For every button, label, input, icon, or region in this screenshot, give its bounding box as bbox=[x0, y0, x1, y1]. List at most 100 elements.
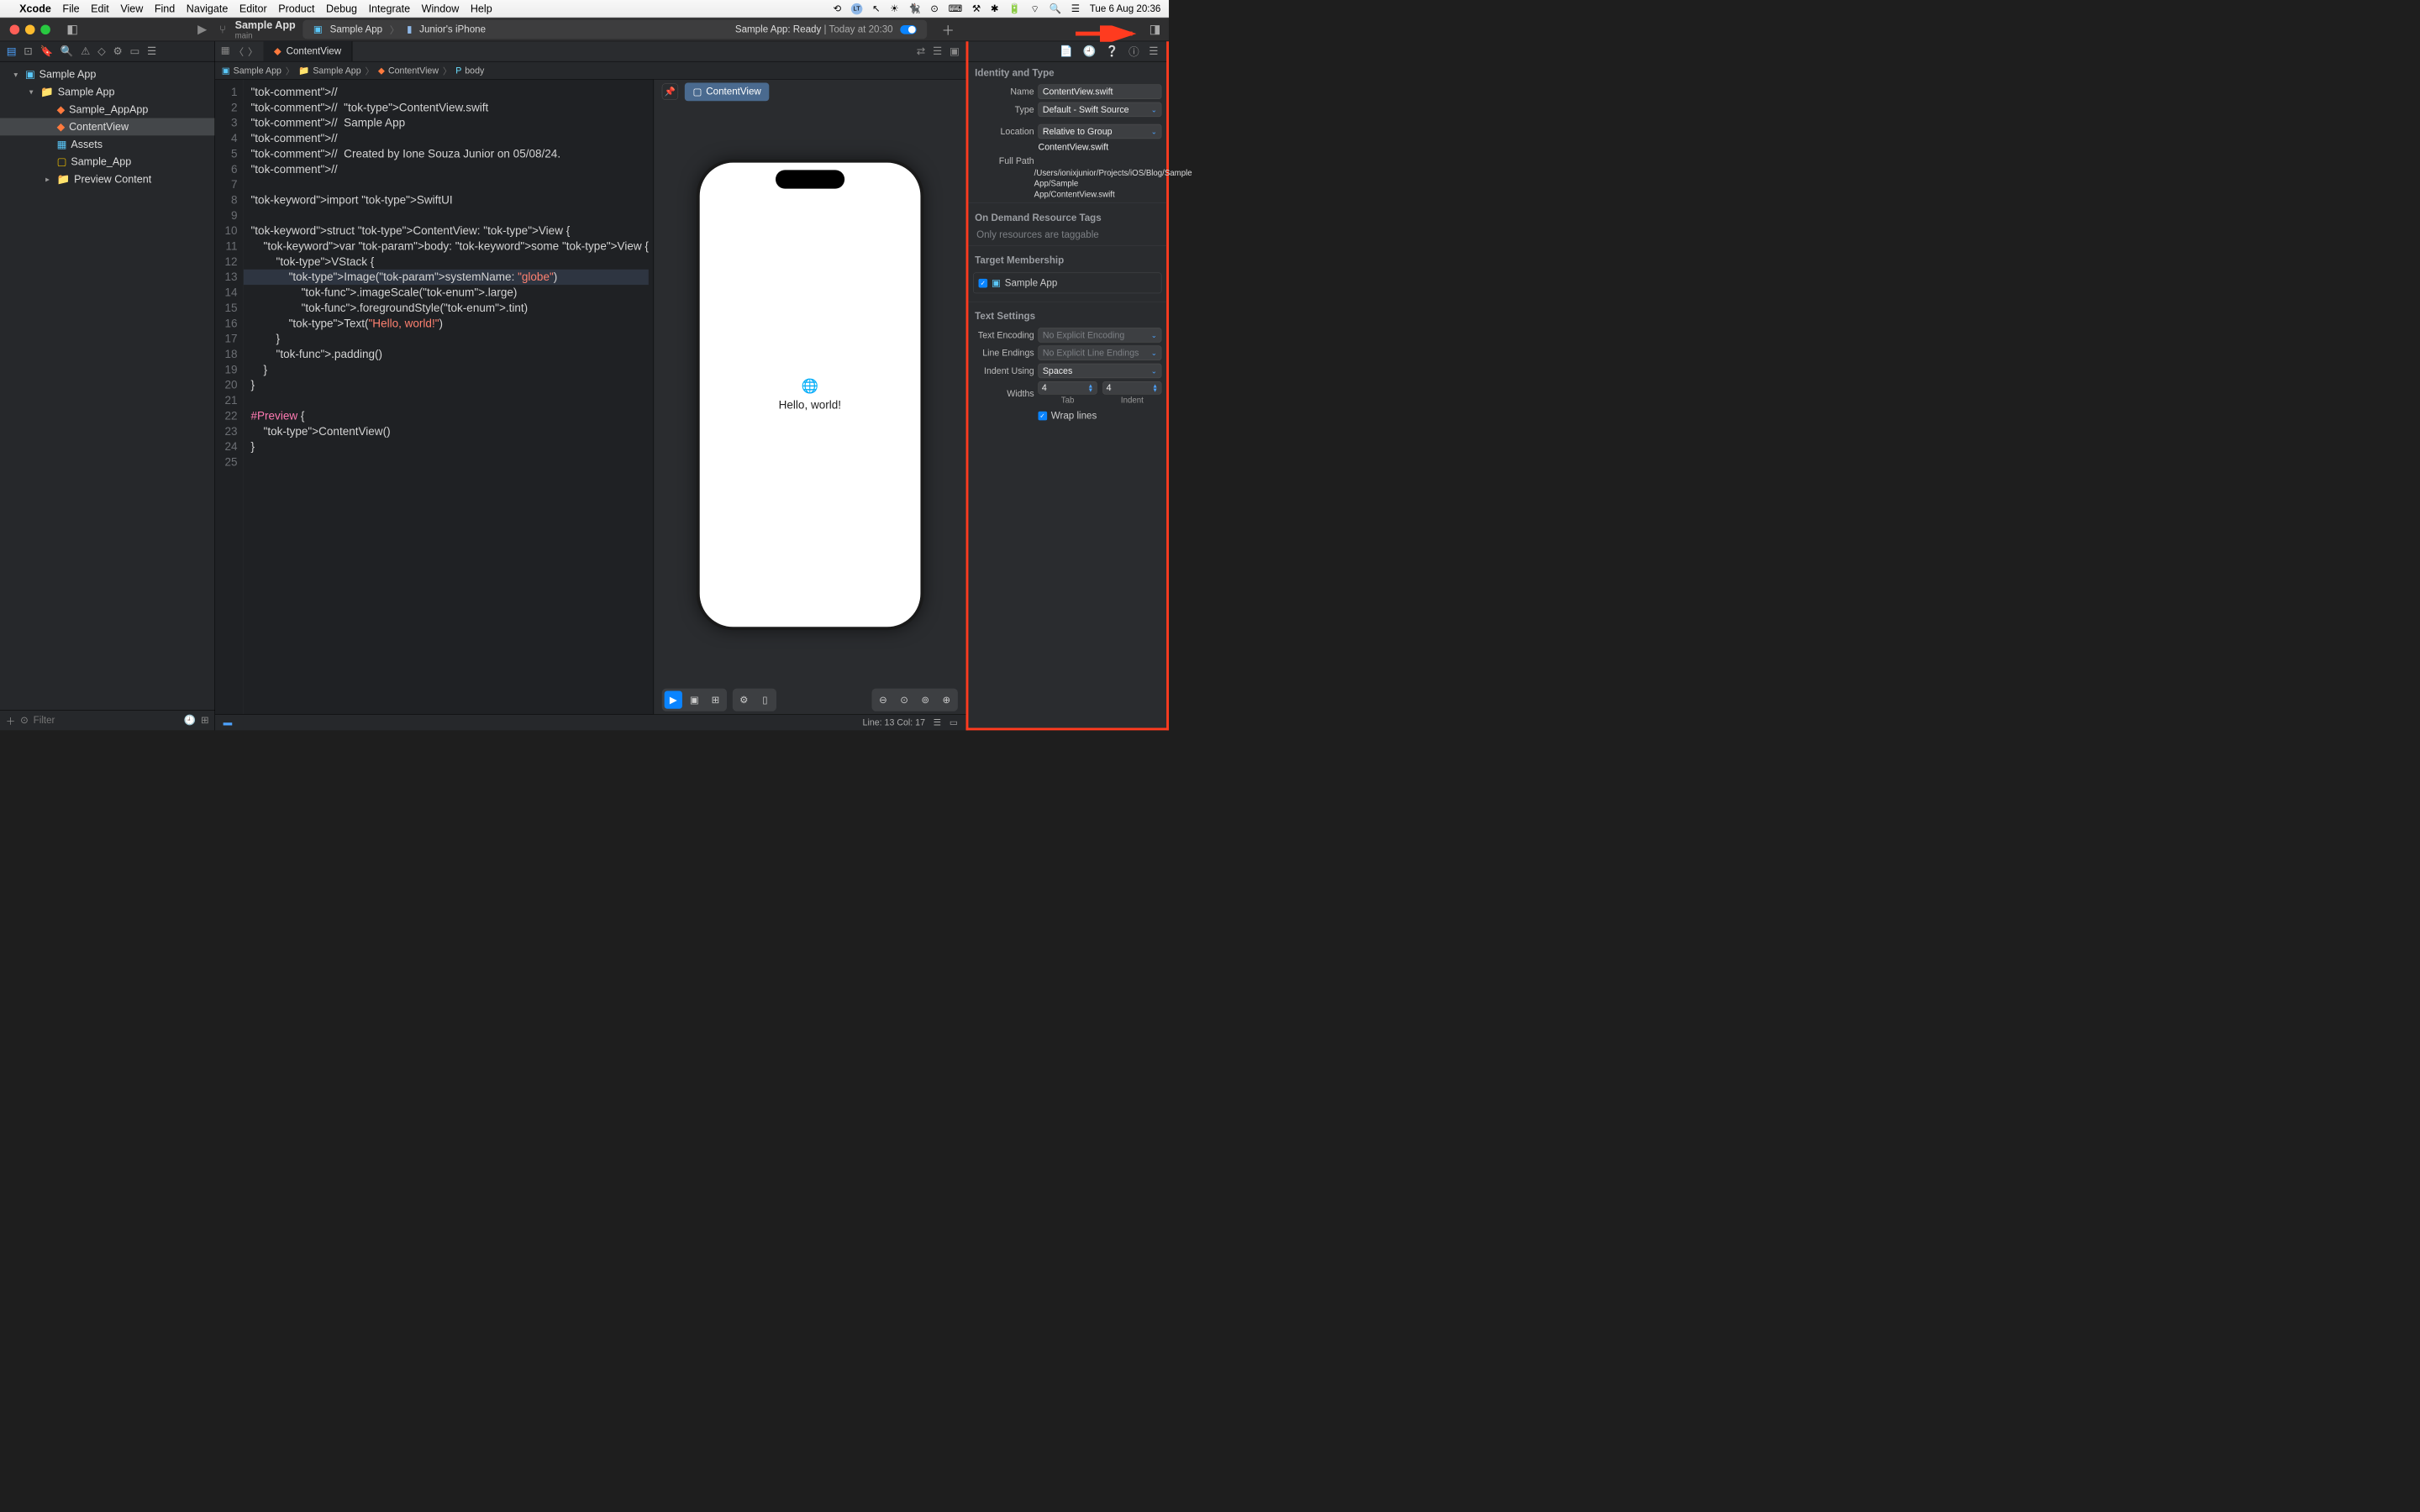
zoom-fit-icon[interactable]: ⊙ bbox=[895, 691, 913, 709]
code-lines[interactable]: "tok-comment">//"tok-comment">// "tok-ty… bbox=[244, 80, 649, 714]
pin-preview-icon[interactable]: 📌 bbox=[662, 83, 678, 99]
control-center-icon[interactable]: ☰ bbox=[1071, 3, 1080, 14]
scheme-selector[interactable]: Sample App main bbox=[235, 18, 296, 40]
menu-integrate[interactable]: Integrate bbox=[369, 3, 411, 15]
location-select[interactable]: Relative to Group⌄ bbox=[1039, 124, 1162, 139]
run-destination-pill[interactable]: ▣ Sample App 〉 ▮ Junior's iPhone Sample … bbox=[302, 20, 927, 39]
issues-tab-icon[interactable]: ⚠ bbox=[81, 45, 90, 58]
tree-group[interactable]: ▾📁Sample App bbox=[0, 83, 215, 101]
brightness-icon[interactable]: ☀ bbox=[890, 3, 898, 14]
menu-view[interactable]: View bbox=[120, 3, 143, 15]
canvas-icon[interactable]: ▣ bbox=[950, 45, 960, 58]
lineend-select[interactable]: No Explicit Line Endings⌄ bbox=[1039, 346, 1162, 360]
menu-file[interactable]: File bbox=[62, 3, 79, 15]
menu-navigate[interactable]: Navigate bbox=[187, 3, 229, 15]
filter-input[interactable] bbox=[34, 715, 179, 727]
iphone-preview[interactable]: 🌐 Hello, world! bbox=[697, 160, 923, 630]
scm-filter-icon[interactable]: ⊞ bbox=[201, 715, 209, 727]
source-control-tab-icon[interactable]: ⊡ bbox=[24, 45, 33, 58]
status-icon[interactable]: ▬ bbox=[224, 717, 233, 728]
menu-help[interactable]: Help bbox=[471, 3, 492, 15]
close-window-icon[interactable] bbox=[10, 24, 20, 34]
zoom-window-icon[interactable] bbox=[40, 24, 50, 34]
breakpoints-tab-icon[interactable]: ▭ bbox=[129, 45, 139, 58]
branch-icon[interactable]: ⑂ bbox=[219, 23, 226, 35]
editor-file-tab[interactable]: ◆ ContentView bbox=[263, 41, 352, 61]
debug-tab-icon[interactable]: ⚙ bbox=[113, 45, 122, 58]
attributes-inspector-tab-icon[interactable]: ⓘ bbox=[1128, 44, 1139, 59]
zoom-in-icon[interactable]: ⊕ bbox=[938, 691, 955, 709]
indent-select[interactable]: Spaces⌄ bbox=[1039, 364, 1162, 378]
preview-chip[interactable]: ▢ ContentView bbox=[685, 82, 770, 101]
find-tab-icon[interactable]: 🔍 bbox=[60, 45, 74, 58]
spotlight-icon[interactable]: 🔍 bbox=[1050, 3, 1061, 14]
adjust-editor-icon[interactable]: ⇄ bbox=[917, 45, 926, 58]
split-editor-icon[interactable]: ☰ bbox=[934, 717, 942, 728]
toggle-debug-area-icon[interactable]: ▭ bbox=[950, 717, 958, 728]
tree-file-selected[interactable]: ◆ContentView bbox=[0, 118, 215, 136]
back-icon[interactable]: 〈 bbox=[234, 45, 245, 59]
toggle-navigator-icon[interactable]: ◧ bbox=[66, 23, 78, 37]
project-navigator-tab-icon[interactable]: ▤ bbox=[7, 45, 17, 58]
jump-crumb[interactable]: ContentView bbox=[388, 66, 439, 76]
menu-edit[interactable]: Edit bbox=[91, 3, 109, 15]
screenshare-icon[interactable]: ↖ bbox=[872, 3, 881, 14]
tab-width-input[interactable]: 4▲▼ bbox=[1039, 381, 1097, 394]
live-preview-icon[interactable]: ▶ bbox=[665, 691, 682, 709]
tests-tab-icon[interactable]: ◇ bbox=[97, 45, 106, 58]
tree-file[interactable]: ▦Assets bbox=[0, 135, 215, 153]
wrap-checkbox-icon[interactable]: ✓ bbox=[1038, 412, 1047, 421]
checkbox-checked-icon[interactable]: ✓ bbox=[979, 279, 988, 288]
forward-icon[interactable]: 〉 bbox=[248, 45, 258, 59]
wifi-icon[interactable]: ⌔ bbox=[1030, 3, 1039, 14]
zoom-100-icon[interactable]: ⊚ bbox=[917, 691, 934, 709]
preview-toggle[interactable] bbox=[900, 25, 916, 34]
battery-icon[interactable]: 🔋 bbox=[1008, 3, 1020, 14]
tree-group-preview[interactable]: ▸📁Preview Content bbox=[0, 171, 215, 188]
cat-icon[interactable]: 🐈‍⬛ bbox=[908, 3, 920, 14]
jump-crumb[interactable]: body bbox=[465, 66, 484, 76]
menu-editor[interactable]: Editor bbox=[239, 3, 267, 15]
reports-tab-icon[interactable]: ☰ bbox=[147, 45, 156, 58]
menu-window[interactable]: Window bbox=[422, 3, 460, 15]
file-inspector-tab-icon[interactable]: 📄 bbox=[1060, 45, 1073, 58]
zoom-out-icon[interactable]: ⊖ bbox=[874, 691, 892, 709]
jump-bar[interactable]: ▣Sample App〉 📁Sample App〉 ◆ContentView〉 … bbox=[215, 61, 966, 79]
window-traffic-lights[interactable] bbox=[0, 24, 50, 34]
menu-find[interactable]: Find bbox=[155, 3, 175, 15]
bookmark-tab-icon[interactable]: 🔖 bbox=[40, 45, 54, 58]
add-icon[interactable]: ＋ bbox=[6, 713, 16, 727]
help-inspector-tab-icon[interactable]: ❔ bbox=[1106, 45, 1119, 58]
name-value[interactable]: ContentView.swift bbox=[1039, 84, 1162, 98]
minimize-window-icon[interactable] bbox=[25, 24, 35, 34]
encoding-select[interactable]: No Explicit Encoding⌄ bbox=[1039, 328, 1162, 342]
jump-crumb[interactable]: Sample App bbox=[313, 66, 360, 76]
menubar-clock[interactable]: Tue 6 Aug 20:36 bbox=[1090, 3, 1161, 15]
variants-icon[interactable]: ⊞ bbox=[707, 691, 724, 709]
code-editor[interactable]: 1234567891011121314151617181920212223242… bbox=[215, 80, 654, 714]
device-rotate-icon[interactable]: ▯ bbox=[756, 691, 774, 709]
menu-product[interactable]: Product bbox=[278, 3, 314, 15]
history-inspector-tab-icon[interactable]: 🕘 bbox=[1083, 45, 1097, 58]
settings-inspector-tab-icon[interactable]: ☰ bbox=[1149, 45, 1158, 58]
indent-width-input[interactable]: 4▲▼ bbox=[1102, 381, 1161, 394]
related-items-icon[interactable]: ▦ bbox=[221, 45, 230, 59]
toggle-inspector-icon[interactable]: ◨ bbox=[1150, 23, 1161, 37]
library-plus-icon[interactable]: ＋ bbox=[942, 20, 955, 39]
target-checkbox-row[interactable]: ✓ ▣ Sample App bbox=[979, 277, 1157, 289]
status-lt-icon[interactable]: LT bbox=[851, 3, 863, 15]
minimap-icon[interactable]: ☰ bbox=[933, 45, 942, 58]
timemachine-icon[interactable]: ⟲ bbox=[834, 3, 842, 14]
tree-file[interactable]: ▢Sample_App bbox=[0, 153, 215, 171]
menu-debug[interactable]: Debug bbox=[326, 3, 357, 15]
bluetooth-icon[interactable]: ✱ bbox=[991, 3, 999, 14]
run-button-icon[interactable]: ▶ bbox=[197, 23, 207, 37]
device-settings-icon[interactable]: ⚙ bbox=[735, 691, 753, 709]
selectable-preview-icon[interactable]: ▣ bbox=[686, 691, 703, 709]
keyboard-icon[interactable]: ⌨ bbox=[949, 3, 963, 14]
filter-scope-icon[interactable]: ⊙ bbox=[20, 715, 29, 727]
jump-crumb[interactable]: Sample App bbox=[234, 66, 281, 76]
tree-project-root[interactable]: ▾▣Sample App bbox=[0, 66, 215, 83]
recent-icon[interactable]: 🕘 bbox=[184, 715, 196, 727]
play-icon[interactable]: ⊙ bbox=[930, 3, 939, 14]
